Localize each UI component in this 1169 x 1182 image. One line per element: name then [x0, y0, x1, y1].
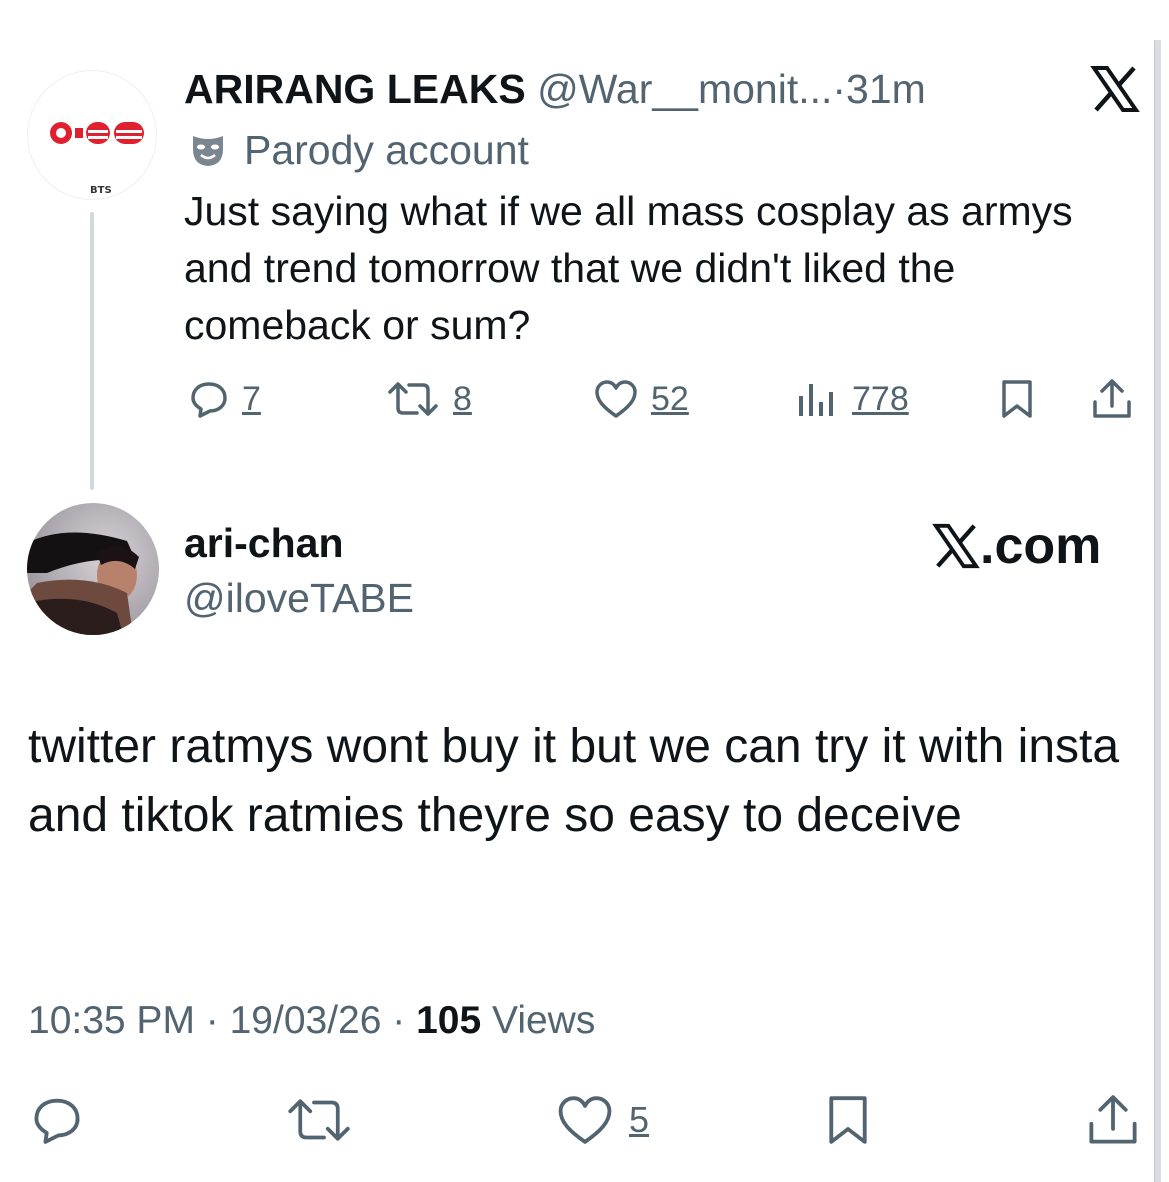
like-button[interactable]: 5: [555, 1093, 649, 1147]
author-name[interactable]: ARIRANG LEAKS: [184, 66, 526, 112]
profile-photo: [27, 503, 159, 635]
thread-line: [90, 212, 94, 490]
repost-icon: [388, 382, 438, 416]
analytics-icon: [799, 384, 833, 416]
share-button[interactable]: [1090, 378, 1134, 420]
like-count: 5: [629, 1099, 650, 1140]
reply-text: twitter ratmys wont buy it but we can tr…: [28, 720, 1120, 842]
reply-count: 7: [242, 379, 261, 418]
views-button[interactable]: 778: [796, 378, 909, 420]
bts-avatar[interactable]: BTS: [27, 70, 157, 200]
x-logo-icon: [1090, 66, 1140, 112]
parody-text: Parody account: [244, 127, 529, 173]
tweet-text: Just saying what if we all mass cosplay …: [184, 188, 1073, 348]
bookmark-button[interactable]: [824, 1093, 872, 1147]
repost-button[interactable]: [284, 1093, 354, 1147]
meta-separator: ·: [381, 999, 417, 1042]
author-handle[interactable]: @War__monit...: [537, 66, 832, 112]
brand-text: .com: [980, 517, 1102, 575]
views-number: 105: [416, 999, 482, 1042]
parody-label: Parody account: [190, 127, 529, 173]
timestamp[interactable]: 31m: [846, 66, 926, 112]
separator: ·: [832, 66, 847, 112]
share-icon: [1089, 1095, 1137, 1144]
reply-button[interactable]: [30, 1093, 84, 1147]
like-count: 52: [651, 379, 689, 418]
like-button[interactable]: 52: [593, 378, 689, 420]
post-time[interactable]: 10:35 PM: [28, 999, 195, 1042]
x-com-watermark: .com: [932, 518, 1101, 574]
bts-logo-icon: BTS: [50, 122, 144, 196]
views-label: Views: [492, 999, 596, 1042]
bookmark-icon: [1002, 380, 1032, 418]
bookmark-icon: [829, 1096, 867, 1144]
meta-separator: ·: [194, 999, 230, 1042]
reply-button[interactable]: 7: [188, 378, 261, 420]
share-button[interactable]: [1085, 1093, 1141, 1147]
bookmark-button[interactable]: [999, 378, 1035, 420]
theater-mask-icon: [193, 136, 223, 166]
reply-author-handle[interactable]: @iloveTABE: [184, 575, 414, 621]
tweet-meta: 10:35 PM · 19/03/26 · 105 Views: [28, 998, 595, 1044]
post-date[interactable]: 19/03/26: [230, 999, 382, 1042]
repost-count: 8: [453, 379, 472, 418]
heart-icon: [558, 1096, 612, 1144]
reply-icon: [191, 382, 227, 418]
reply-icon: [34, 1098, 80, 1144]
reply-author-name[interactable]: ari-chan: [184, 520, 344, 566]
reply-avatar[interactable]: [27, 503, 159, 635]
x-logo-icon: [932, 523, 980, 569]
heart-icon: [595, 380, 637, 418]
repost-icon: [288, 1099, 350, 1141]
tweet-header: ARIRANG LEAKS @War__monit...·31m: [184, 66, 926, 112]
avatar-label: BTS: [90, 185, 112, 196]
repost-button[interactable]: 8: [385, 378, 472, 420]
views-count: 778: [852, 379, 909, 418]
close-button[interactable]: [1090, 64, 1140, 114]
scrollbar[interactable]: [1154, 40, 1161, 1182]
share-icon: [1093, 379, 1131, 418]
